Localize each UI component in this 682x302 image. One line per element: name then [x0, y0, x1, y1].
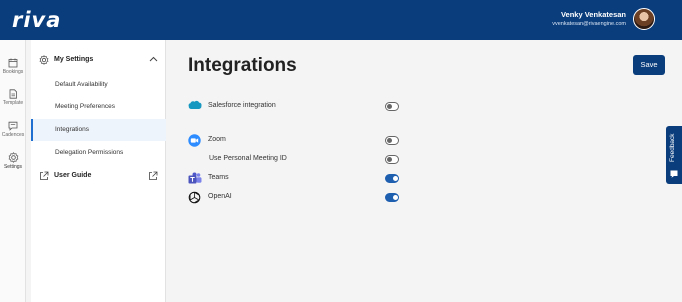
menu-item-default-availability[interactable]: Default Availability — [31, 74, 166, 96]
integration-row-zoom: Zoom — [0, 133, 420, 149]
user-name: Venky Venkatesan — [560, 10, 626, 19]
zoom-icon — [188, 134, 201, 147]
top-bar: riva Venky Venkatesan vvenkatesan@rivaen… — [0, 0, 682, 40]
integration-row-openai: OpenAI — [0, 190, 420, 206]
user-email: vvenkatesan@rivaengine.com — [552, 21, 626, 27]
rail-item-bookings[interactable]: Bookings — [0, 56, 26, 86]
gear-icon — [39, 55, 49, 65]
my-settings-header[interactable]: My Settings — [31, 52, 166, 68]
calendar-icon — [8, 58, 18, 68]
message-icon — [8, 121, 18, 131]
page-title: Integrations — [188, 55, 297, 76]
personal-meeting-id-toggle[interactable] — [385, 155, 399, 164]
panel-title: My Settings — [54, 56, 94, 63]
avatar[interactable] — [633, 8, 655, 30]
integration-row-teams: Teams — [0, 171, 420, 187]
integration-label: Teams — [208, 174, 229, 181]
integration-label: Salesforce integration — [208, 102, 276, 109]
feedback-label: Feedback — [669, 133, 676, 162]
openai-toggle[interactable] — [385, 193, 399, 202]
document-icon — [9, 89, 17, 99]
teams-toggle[interactable] — [385, 174, 399, 183]
teams-icon — [188, 172, 202, 184]
integration-row-salesforce: Salesforce integration — [0, 99, 420, 115]
feedback-icon — [670, 170, 678, 178]
riva-logo[interactable]: riva — [12, 8, 61, 32]
chevron-up-icon[interactable] — [149, 56, 158, 62]
feedback-tab[interactable]: Feedback — [666, 126, 682, 184]
salesforce-icon — [188, 100, 202, 109]
integration-label: OpenAI — [208, 193, 232, 200]
openai-icon — [188, 191, 201, 204]
integration-label: Zoom — [208, 136, 226, 143]
integration-label: Use Personal Meeting ID — [209, 155, 287, 162]
zoom-toggle[interactable] — [385, 136, 399, 145]
salesforce-toggle[interactable] — [385, 102, 399, 111]
rail-label-bookings: Bookings — [2, 69, 24, 75]
integration-row-personal-meeting-id: Use Personal Meeting ID — [0, 152, 420, 168]
save-button[interactable]: Save — [633, 55, 665, 75]
